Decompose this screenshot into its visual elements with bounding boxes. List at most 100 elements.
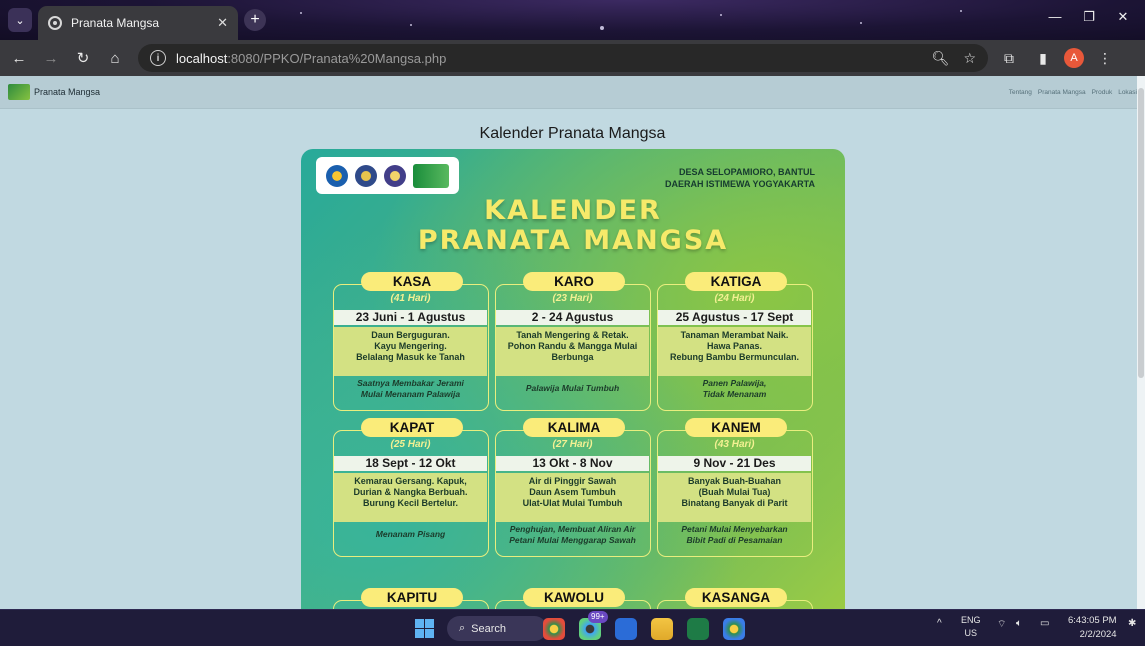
mangsa-name: KAWOLU (523, 588, 625, 607)
mangsa-signs: Daun Berguguran. Kayu Mengering. Belalang … (334, 327, 487, 376)
browser-menu-icon[interactable]: ⋮ (1092, 45, 1118, 71)
restore-button[interactable]: ❐ (1074, 9, 1104, 25)
partner-logos (316, 157, 459, 194)
background-star (960, 10, 962, 12)
mangsa-days: (27 Hari) (552, 439, 593, 450)
mangsa-card-karo: KARO (23 Hari) 2 - 24 Agustus Tanah Meng… (495, 272, 651, 411)
url-path: :8080/PPKO/Pranata%20Mangsa.php (227, 50, 447, 66)
notification-icon[interactable]: ✱ (1128, 618, 1136, 629)
site-name[interactable]: Pranata Mangsa (34, 87, 100, 97)
mangsa-date: 2 - 24 Agustus (496, 310, 649, 325)
language-indicator[interactable]: ENG US (961, 614, 981, 640)
mangsa-card-kawolu: KAWOLU (495, 588, 651, 609)
browser-toolbar: ← → ↻ ⌂ i localhost :8080/PPKO/Pranata%2… (0, 40, 1145, 76)
site-logo[interactable] (8, 84, 30, 100)
tab-title: Pranata Mangsa (71, 16, 160, 30)
clock-time: 6:43:05 PM (1068, 615, 1117, 626)
pranata-mangsa-poster: DESA SELOPAMIORO, BANTUL DAERAH ISTIMEWA… (301, 149, 845, 609)
file-explorer-icon[interactable] (651, 618, 673, 640)
background-star (720, 14, 722, 16)
nav-link-produk[interactable]: Produk (1092, 89, 1113, 96)
mangsa-activity: Menanam Pisang (375, 529, 446, 539)
search-icon: ⌕ (459, 622, 466, 634)
start-button[interactable] (415, 619, 434, 638)
mangsa-days: (24 Hari) (714, 293, 755, 304)
mangsa-name: KASA (361, 272, 463, 291)
mangsa-date: 23 Juni - 1 Agustus (334, 310, 487, 325)
taskbar-search[interactable]: ⌕ Search (447, 616, 547, 641)
mangsa-card-katiga: KATIGA (24 Hari) 25 Agustus - 17 Sept Ta… (657, 272, 813, 411)
mangsa-name: KAPAT (361, 418, 463, 437)
mangsa-card-kalima: KALIMA (27 Hari) 13 Okt - 8 Nov Air di P… (495, 418, 651, 557)
mangsa-card-kapat: KAPAT (25 Hari) 18 Sept - 12 Okt Kemarau… (333, 418, 489, 557)
mangsa-card-kanem: KANEM (43 Hari) 9 Nov - 21 Des Banyak Bu… (657, 418, 813, 557)
mangsa-signs: Kemarau Gersang. Kapuk, Durian & Nangka B… (334, 473, 487, 522)
clock-date: 2/2/2024 (1079, 629, 1117, 640)
poster-title-line-2: PRANATA MANGSA (417, 225, 729, 256)
forward-button[interactable]: → (38, 45, 64, 71)
extensions-icon[interactable]: ⧉ (996, 45, 1022, 71)
window-close-button[interactable]: ✕ (1108, 9, 1138, 25)
mangsa-days: (41 Hari) (390, 293, 431, 304)
browser-tab-pranata-mangsa[interactable]: Pranata Mangsa ✕ (38, 6, 238, 40)
mangsa-date: 13 Okt - 8 Nov (496, 456, 649, 471)
page-title: Kalender Pranata Mangsa (479, 125, 666, 142)
mangsa-name: KALIMA (523, 418, 625, 437)
mangsa-name: KARO (523, 272, 625, 291)
mangsa-name: KASANGA (685, 588, 787, 607)
background-star (300, 12, 302, 14)
url-host: localhost (176, 50, 228, 66)
region-code: US (964, 628, 978, 638)
tab-close-button[interactable]: ✕ (217, 15, 228, 31)
search-label: Search (471, 622, 507, 635)
page-scrollbar[interactable] (1137, 76, 1145, 609)
nav-link-lokasi[interactable]: Lokasi (1118, 89, 1137, 96)
profile-avatar[interactable]: A (1064, 48, 1084, 68)
mangsa-name: KATIGA (685, 272, 787, 291)
globe-icon (48, 16, 62, 30)
mangsa-card-kapitu: KAPITU (333, 588, 489, 609)
organization-logo (384, 164, 407, 187)
minimize-button[interactable]: — (1040, 9, 1070, 24)
chrome-icon[interactable] (543, 618, 565, 640)
battery-icon[interactable]: ▭ (1040, 618, 1049, 629)
mangsa-name: KAPITU (361, 588, 463, 607)
system-clock[interactable]: 6:43:05 PM 2/2/2024 (1068, 614, 1117, 642)
tab-search-menu-button[interactable]: ⌄ (8, 8, 32, 32)
address-bar[interactable]: i localhost :8080/PPKO/Pranata%20Mangsa.… (138, 44, 988, 72)
background-star (600, 26, 604, 30)
mangsa-name: KANEM (685, 418, 787, 437)
notification-badge: 99+ (588, 611, 608, 623)
mangsa-signs: Tanah Mengering & Retak. Pohon Randu & Ma… (496, 327, 649, 376)
mangsa-activity: Penghujan, Membuat Aliran Air Petani Mula… (509, 524, 636, 545)
chevron-up-icon[interactable]: ^ (937, 618, 942, 629)
mangsa-signs: Air di Pinggir Sawah Daun Asem Tumbuh Ulat… (496, 473, 649, 522)
volume-icon[interactable]: 🔈︎ (1016, 618, 1022, 629)
excel-icon[interactable] (687, 618, 709, 640)
mangsa-date: 9 Nov - 21 Des (658, 456, 811, 471)
new-tab-button[interactable]: + (244, 9, 266, 31)
background-star (410, 24, 412, 26)
side-panel-icon[interactable]: ▮ (1030, 45, 1056, 71)
location-line-1: DESA SELOPAMIORO, BANTUL (678, 167, 815, 177)
mangsa-date: 25 Agustus - 17 Sept (658, 310, 811, 325)
zoom-icon[interactable]: 🔍︎ (932, 50, 950, 67)
nav-link-pranata-mangsa[interactable]: Pranata Mangsa (1038, 89, 1086, 96)
mangsa-signs: Tanaman Merambat Naik. Hawa Panas. Rebung … (658, 327, 811, 376)
scrollbar-thumb[interactable] (1138, 88, 1144, 378)
mangsa-card-kasanga: KASANGA (657, 588, 813, 609)
mangsa-activity: Petani Mulai Menyebarkan Bibit Padi di Pe… (681, 524, 788, 545)
nav-link-tentang[interactable]: Tentang (1009, 89, 1032, 96)
language-code: ENG (961, 615, 981, 625)
background-star (860, 22, 862, 24)
wifi-icon[interactable]: ⌔ (997, 618, 1006, 631)
word-icon[interactable] (615, 618, 637, 640)
bookmark-star-icon[interactable]: ☆ (963, 50, 976, 67)
back-button[interactable]: ← (6, 45, 32, 71)
home-icon[interactable]: ⌂ (102, 45, 128, 71)
program-logo (413, 163, 450, 188)
site-info-icon[interactable]: i (150, 50, 166, 66)
mangsa-days: (25 Hari) (390, 439, 431, 450)
chrome-profile-icon[interactable] (723, 618, 745, 640)
reload-button[interactable]: ↻ (70, 45, 96, 71)
